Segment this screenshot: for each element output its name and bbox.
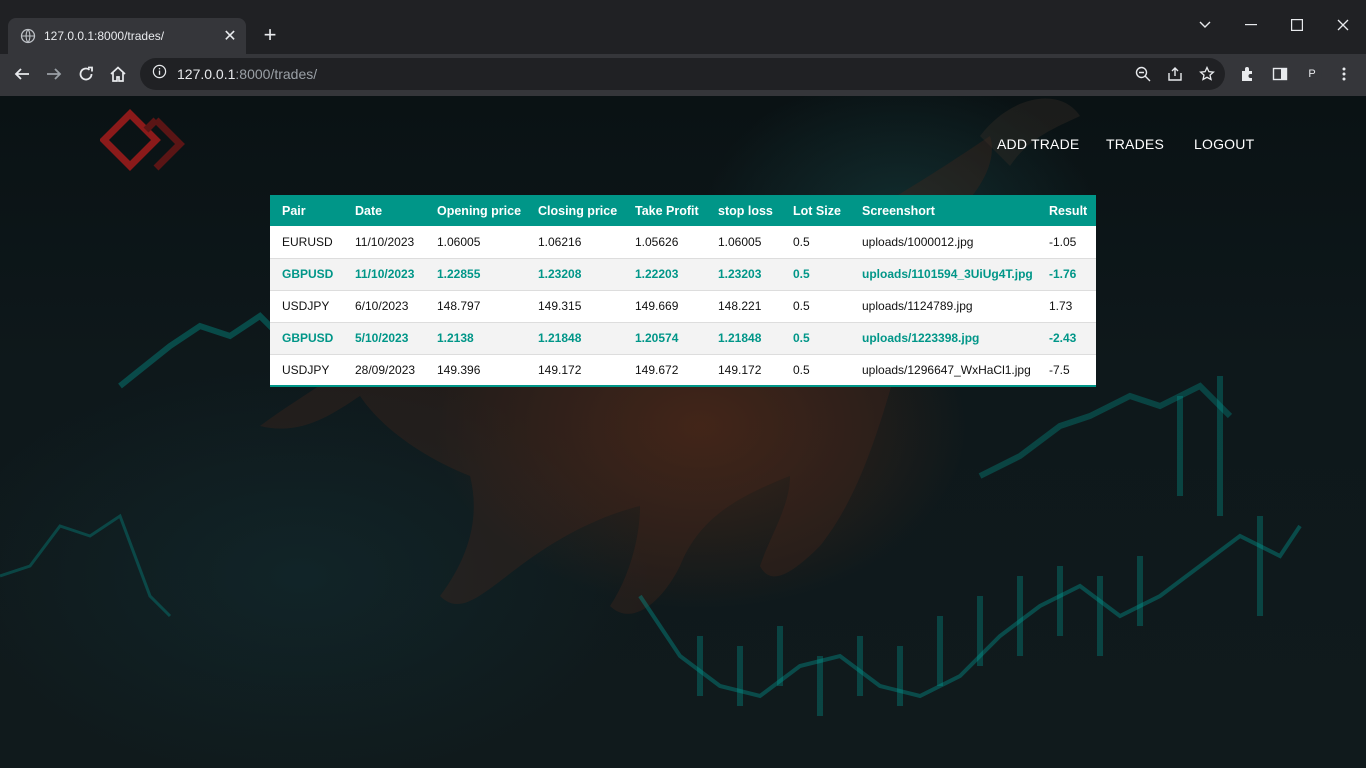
cell-take-profit: 149.669 — [623, 290, 706, 323]
home-icon[interactable] — [104, 60, 132, 88]
header-lot-size: Lot Size — [793, 203, 841, 218]
reload-icon[interactable] — [72, 60, 100, 88]
url-host: 127.0.0.1 — [177, 66, 236, 82]
cell-screenshot: uploads/1000012.jpg — [850, 226, 1037, 259]
cell-stop-loss: 1.21848 — [706, 322, 781, 355]
header-closing-price: Closing price — [538, 203, 618, 218]
cell-take-profit: 149.672 — [623, 354, 706, 387]
url-path: :8000/trades/ — [235, 66, 318, 82]
nav-trades[interactable]: TRADES — [1106, 136, 1164, 152]
cell-closing-price: 1.23208 — [526, 258, 623, 291]
back-arrow-icon[interactable] — [8, 60, 36, 88]
new-tab-button[interactable]: + — [256, 22, 284, 50]
close-tab-icon[interactable]: ✕ — [218, 24, 242, 48]
share-icon[interactable] — [1167, 66, 1183, 82]
cell-pair: USDJPY — [270, 290, 343, 323]
cell-screenshot: uploads/1101594_3UiUg4T.jpg — [850, 258, 1037, 291]
cell-stop-loss: 1.23203 — [706, 258, 781, 291]
cell-result: 1.73 — [1037, 290, 1096, 323]
site-logo[interactable] — [99, 108, 200, 178]
cell-opening-price: 1.22855 — [425, 258, 526, 291]
nav-add-trade[interactable]: ADD TRADE — [997, 136, 1079, 152]
header-stop-loss: stop loss — [718, 203, 773, 218]
cell-screenshot: uploads/1223398.jpg — [850, 322, 1037, 355]
profile-avatar[interactable]: P — [1298, 60, 1326, 88]
table-row: EURUSD 11/10/2023 1.06005 1.06216 1.0562… — [270, 226, 1096, 259]
cell-opening-price: 148.797 — [425, 290, 526, 323]
tab-strip: 127.0.0.1:8000/trades/ ✕ + — [0, 0, 1366, 54]
cell-closing-price: 149.172 — [526, 354, 623, 387]
cell-closing-price: 1.06216 — [526, 226, 623, 259]
cell-lot-size: 0.5 — [781, 354, 850, 387]
browser-toolbar: 127.0.0.1:8000/trades/ P — [0, 54, 1366, 94]
cell-pair: GBPUSD — [270, 322, 343, 355]
cell-stop-loss: 149.172 — [706, 354, 781, 387]
cell-date: 28/09/2023 — [343, 354, 425, 387]
cell-lot-size: 0.5 — [781, 290, 850, 323]
header-pair: Pair — [282, 203, 306, 218]
header-screenshot: Screenshort — [862, 203, 935, 218]
side-panel-icon[interactable] — [1266, 60, 1294, 88]
trades-table: Pair Date Opening price Closing price Ta… — [270, 195, 1096, 387]
profile-initial: P — [1302, 64, 1322, 84]
extensions-icon[interactable] — [1234, 60, 1262, 88]
bookmark-star-icon[interactable] — [1199, 66, 1215, 82]
menu-kebab-icon[interactable] — [1330, 60, 1358, 88]
browser-chrome: 127.0.0.1:8000/trades/ ✕ + 127.0.0.1:800… — [0, 0, 1366, 96]
cell-pair: USDJPY — [270, 354, 343, 387]
cell-take-profit: 1.20574 — [623, 322, 706, 355]
url-text: 127.0.0.1:8000/trades/ — [177, 66, 317, 82]
header-opening-price: Opening price — [437, 203, 522, 218]
table-row: GBPUSD 5/10/2023 1.2138 1.21848 1.20574 … — [270, 322, 1096, 355]
forward-arrow-icon[interactable] — [40, 60, 68, 88]
page-viewport: ADD TRADE TRADES LOGOUT Pair Date Openin… — [0, 96, 1366, 768]
zoom-icon[interactable] — [1135, 66, 1151, 82]
header-result: Result — [1049, 203, 1088, 218]
minimize-icon[interactable] — [1228, 10, 1274, 40]
cell-closing-price: 149.315 — [526, 290, 623, 323]
header-date: Date — [355, 203, 383, 218]
cell-lot-size: 0.5 — [781, 258, 850, 291]
nav-logout[interactable]: LOGOUT — [1194, 136, 1254, 152]
cell-stop-loss: 148.221 — [706, 290, 781, 323]
cell-lot-size: 0.5 — [781, 226, 850, 259]
address-bar[interactable]: 127.0.0.1:8000/trades/ — [140, 58, 1225, 90]
cell-closing-price: 1.21848 — [526, 322, 623, 355]
tab-title: 127.0.0.1:8000/trades/ — [44, 29, 165, 43]
cell-pair: GBPUSD — [270, 258, 343, 291]
cell-screenshot: uploads/1296647_WxHaCl1.jpg — [850, 354, 1037, 387]
cell-take-profit: 1.05626 — [623, 226, 706, 259]
cell-date: 6/10/2023 — [343, 290, 425, 323]
trades-table-container: Pair Date Opening price Closing price Ta… — [270, 195, 1096, 387]
cell-opening-price: 1.06005 — [425, 226, 526, 259]
cell-result: -1.76 — [1037, 258, 1096, 291]
cell-lot-size: 0.5 — [781, 322, 850, 355]
maximize-icon[interactable] — [1274, 10, 1320, 40]
header-take-profit: Take Profit — [635, 203, 699, 218]
tab-search-icon[interactable] — [1182, 10, 1228, 40]
table-row: USDJPY 6/10/2023 148.797 149.315 149.669… — [270, 290, 1096, 323]
globe-icon — [20, 28, 36, 44]
cell-date: 11/10/2023 — [343, 258, 425, 291]
cell-date: 11/10/2023 — [343, 226, 425, 259]
cell-stop-loss: 1.06005 — [706, 226, 781, 259]
cell-result: -2.43 — [1037, 322, 1096, 355]
close-window-icon[interactable] — [1320, 10, 1366, 40]
cell-opening-price: 149.396 — [425, 354, 526, 387]
browser-tab[interactable]: 127.0.0.1:8000/trades/ ✕ — [8, 18, 246, 54]
cell-date: 5/10/2023 — [343, 322, 425, 355]
cell-screenshot: uploads/1124789.jpg — [850, 290, 1037, 323]
cell-take-profit: 1.22203 — [623, 258, 706, 291]
table-row: USDJPY 28/09/2023 149.396 149.172 149.67… — [270, 354, 1096, 387]
table-row: GBPUSD 11/10/2023 1.22855 1.23208 1.2220… — [270, 258, 1096, 291]
cell-result: -1.05 — [1037, 226, 1096, 259]
cell-pair: EURUSD — [270, 226, 343, 259]
cell-opening-price: 1.2138 — [425, 322, 526, 355]
info-icon[interactable] — [152, 64, 167, 84]
table-header-row: Pair Date Opening price Closing price Ta… — [270, 195, 1096, 226]
cell-result: -7.5 — [1037, 354, 1096, 387]
